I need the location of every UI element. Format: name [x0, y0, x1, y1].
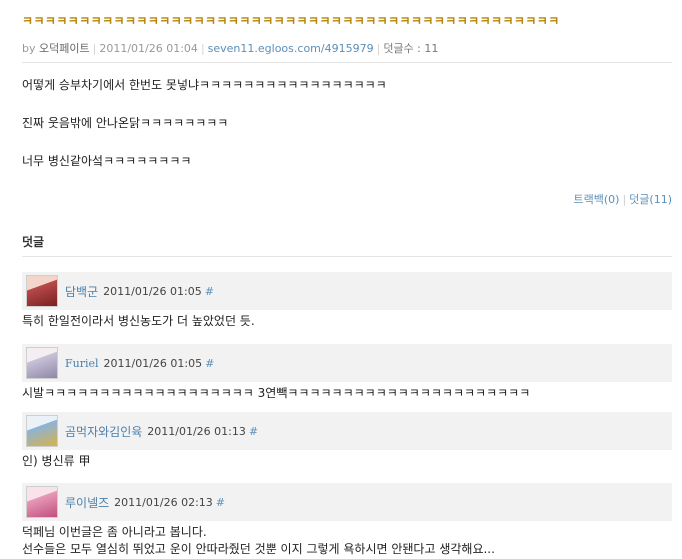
- comment-permalink[interactable]: #: [216, 496, 225, 509]
- comment-header: 곰먹자와김인육 2011/01/26 01:13 #: [22, 412, 672, 450]
- silver-haired-anime-avatar-icon: [27, 348, 57, 378]
- post-paragraph: 어떻게 승부차기에서 한번도 못넣냐ㅋㅋㅋㅋㅋㅋㅋㅋㅋㅋㅋㅋㅋㅋㅋㅋㅋ: [22, 78, 387, 92]
- meta-divider: |: [376, 42, 381, 55]
- blue-anime-avatar-icon: [27, 416, 57, 446]
- post-date: 2011/01/26 01:04: [99, 42, 198, 55]
- comment-count-label: 덧글수 : 11: [383, 42, 439, 55]
- comment-item: 담백군 2011/01/26 01:05 # 특히 한일전이라서 병신농도가 더…: [22, 272, 672, 330]
- comment-text: 덕페님 이번글은 좀 아니라고 봅니다.: [22, 525, 207, 539]
- comment-header: 담백군 2011/01/26 01:05 #: [22, 272, 672, 310]
- comment-text: 선수들은 모두 열심히 뛰었고 운이 안따라줬던 것뿐 이지 그렇게 욕하시면 …: [22, 542, 495, 556]
- post-paragraph: 너무 병신같아섴ㅋㅋㅋㅋㅋㅋㅋㅋ: [22, 154, 192, 168]
- pink-haired-anime-avatar-icon: [27, 487, 57, 517]
- meta-divider: |: [92, 42, 97, 55]
- by-label: by: [22, 42, 36, 55]
- comment-text: 시발ㅋㅋㅋㅋㅋㅋㅋㅋㅋㅋㅋㅋㅋㅋㅋㅋㅋㅋㅋ 3연빽ㅋㅋㅋㅋㅋㅋㅋㅋㅋㅋㅋㅋㅋㅋㅋ…: [22, 386, 531, 400]
- red-haired-anime-avatar-icon: [27, 276, 57, 306]
- post-links: 트랙백(0) | 덧글(11): [22, 191, 672, 207]
- comment-list: 담백군 2011/01/26 01:05 # 특히 한일전이라서 병신농도가 더…: [22, 272, 682, 558]
- avatar[interactable]: [26, 415, 58, 447]
- comment-text: 인) 병신류 甲: [22, 454, 91, 468]
- trackback-link[interactable]: 트랙백(0): [573, 193, 619, 206]
- meta-divider: |: [200, 42, 205, 55]
- comment-author-link[interactable]: 담백군: [65, 283, 98, 300]
- comment-author-link[interactable]: 루이넬즈: [65, 494, 109, 511]
- comment-item: 곰먹자와김인육 2011/01/26 01:13 # 인) 병신류 甲: [22, 412, 672, 470]
- post-permalink[interactable]: seven11.egloos.com/4915979: [208, 42, 374, 55]
- avatar[interactable]: [26, 275, 58, 307]
- blog-post: ㅋㅋㅋㅋㅋㅋㅋㅋㅋㅋㅋㅋㅋㅋㅋㅋㅋㅋㅋㅋㅋㅋㅋㅋㅋㅋㅋㅋㅋㅋㅋㅋㅋㅋㅋㅋㅋㅋㅋㅋ…: [22, 12, 682, 558]
- comment-permalink[interactable]: #: [205, 285, 214, 298]
- comment-header: Furiel 2011/01/26 01:05 #: [22, 344, 672, 382]
- post-body: 어떻게 승부차기에서 한번도 못넣냐ㅋㅋㅋㅋㅋㅋㅋㅋㅋㅋㅋㅋㅋㅋㅋㅋㅋ 진짜 웃…: [22, 77, 682, 170]
- post-meta: by 오덕페이트 | 2011/01/26 01:04 | seven11.egloos…: [22, 40, 672, 63]
- avatar[interactable]: [26, 347, 58, 379]
- comment-date: 2011/01/26 01:05: [103, 356, 203, 370]
- comment-author-link[interactable]: Furiel: [65, 357, 99, 370]
- comment-author-link[interactable]: 곰먹자와김인육: [65, 423, 142, 440]
- comment-permalink[interactable]: #: [205, 357, 214, 370]
- post-author-link[interactable]: 오덕페이트: [39, 42, 90, 55]
- avatar[interactable]: [26, 486, 58, 518]
- comment-date: 2011/01/26 02:13: [114, 495, 213, 509]
- comment-text: 특히 한일전이라서 병신농도가 더 높았었던 듯.: [22, 314, 255, 328]
- post-paragraph: 진짜 웃음밖에 안나온닭ㅋㅋㅋㅋㅋㅋㅋㅋ: [22, 116, 229, 130]
- comment-permalink[interactable]: #: [249, 425, 258, 438]
- comment-date: 2011/01/26 01:13: [147, 424, 246, 438]
- comment-date: 2011/01/26 01:05: [103, 284, 202, 298]
- comment-header: 루이넬즈 2011/01/26 02:13 #: [22, 483, 672, 521]
- post-title[interactable]: ㅋㅋㅋㅋㅋㅋㅋㅋㅋㅋㅋㅋㅋㅋㅋㅋㅋㅋㅋㅋㅋㅋㅋㅋㅋㅋㅋㅋㅋㅋㅋㅋㅋㅋㅋㅋㅋㅋㅋㅋ…: [22, 12, 682, 29]
- links-divider: |: [622, 193, 627, 206]
- comments-link[interactable]: 덧글(11): [629, 193, 672, 206]
- comment-item: Furiel 2011/01/26 01:05 # 시발ㅋㅋㅋㅋㅋㅋㅋㅋㅋㅋㅋㅋ…: [22, 344, 672, 402]
- comments-heading: 덧글: [22, 233, 672, 257]
